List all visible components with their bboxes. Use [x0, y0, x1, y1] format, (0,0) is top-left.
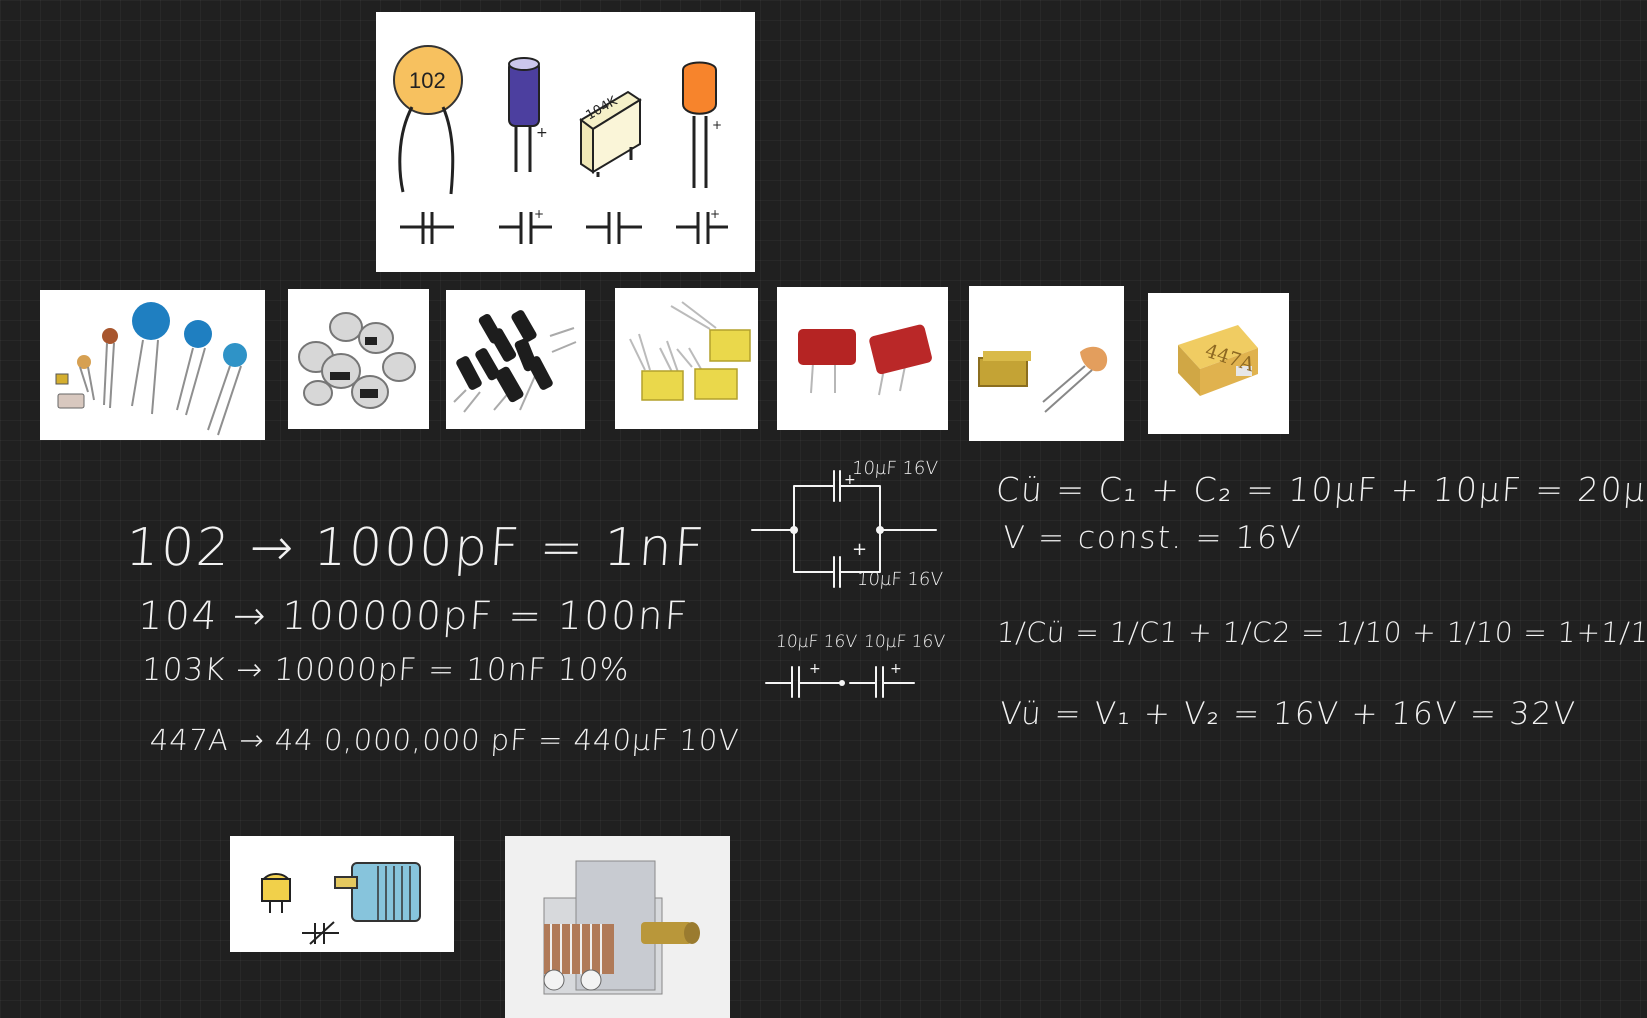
series-left-label: 10μF 16V	[775, 632, 858, 652]
parallel-bottom-label: 10μF 16V	[856, 569, 944, 590]
parallel-equation-1: Cü = C₁ + C₂ = 10μF + 10μF = 20μF	[994, 470, 1647, 509]
svg-text:+: +	[536, 125, 548, 141]
series-equation-2: Vü = V₁ + V₂ = 16V + 16V = 32V	[998, 696, 1578, 732]
capacitor-types-svg: 102 + + 104K + +	[393, 45, 728, 244]
series-capacitor-circuit: + +	[764, 653, 924, 703]
svg-text:+: +	[852, 539, 867, 560]
parallel-top-label: 10μF 16V	[851, 458, 939, 479]
note-line-447a: 447A → 44 0,000,000 pF = 440μF 10V	[148, 723, 741, 757]
smd-tantalum-capacitor-photo: 447A	[1148, 293, 1289, 434]
note-line-102: 102 → 1000pF = 1nF	[123, 518, 708, 578]
yellow-box-capacitors-photo	[615, 288, 758, 429]
radial-electrolytic-capacitors-photo	[446, 290, 585, 429]
svg-text:+: +	[809, 661, 821, 677]
red-film-capacitors-photo	[777, 287, 948, 430]
tantalum-capacitor-drawing: + +	[676, 61, 728, 244]
smd-electrolytic-capacitors-photo	[288, 289, 429, 429]
ceramic-capacitors-photo	[40, 290, 265, 440]
svg-text:+: +	[712, 118, 722, 132]
svg-text:+: +	[710, 207, 720, 221]
series-right-label: 10μF 16V	[863, 632, 946, 652]
svg-text:+: +	[890, 661, 902, 677]
variable-capacitors-illustration	[230, 836, 454, 952]
film-capacitor-drawing: 104K	[579, 90, 642, 244]
capacitor-types-diagram: 102 + + 104K + +	[376, 12, 755, 272]
ceramic-label: 102	[409, 68, 446, 93]
svg-text:+: +	[534, 207, 544, 221]
note-line-103k: 103K → 10000pF = 10nF 10%	[140, 652, 631, 688]
air-variable-capacitor-photo	[505, 836, 730, 1018]
tantalum-capacitors-photo	[969, 286, 1124, 441]
series-equation-1: 1/Cü = 1/C1 + 1/C2 = 1/10 + 1/10 = 1+1/1…	[995, 616, 1647, 649]
electrolytic-capacitor-drawing: + +	[499, 57, 552, 244]
parallel-equation-2: V = const. = 16V	[1001, 520, 1304, 556]
note-line-104: 104 → 100000pF = 100nF	[136, 594, 691, 639]
ceramic-capacitor-drawing: 102	[393, 45, 463, 244]
